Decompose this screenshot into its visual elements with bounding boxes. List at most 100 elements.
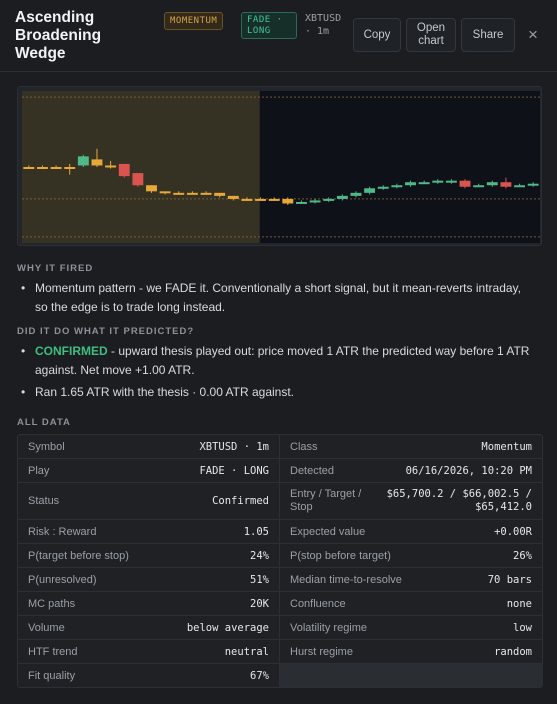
data-value: 26% [513,549,532,562]
candle-body [64,167,76,169]
data-row-symbol: Symbol XBTUSD · 1m [18,435,280,459]
all-data-table: Symbol XBTUSD · 1m Class Momentum Play FADE ·… [17,434,543,688]
candle-body [214,192,226,196]
data-row-play: Play FADE · LONG [18,459,280,483]
open-chart-button[interactable]: Open chart [406,18,456,52]
header: Ascending Broadening Wedge MOMENTUM FADE… [0,0,557,72]
data-key: Hurst regime [290,645,353,658]
why-heading: WHY IT FIRED [17,263,94,274]
data-row-hurst-regime: Hurst regime random [280,640,542,664]
why-text: Momentum pattern - we FADE it. Conventio… [17,279,527,317]
data-key: P(stop before target) [290,549,391,562]
candle-body [200,192,212,195]
data-value: $65,700.2 / $66,002.5 / $65,412.0 [386,488,532,513]
data-row-risk-reward: Risk : Reward 1.05 [18,520,280,544]
data-row-volume: Volume below average [18,616,280,640]
data-value: 1.05 [243,525,269,538]
data-key: Risk : Reward [28,525,97,538]
did-run-text: Ran 1.65 ATR with the thesis · 0.00 ATR … [17,383,542,402]
data-key: Entry / Target / Stop [290,488,362,513]
share-button[interactable]: Share [461,18,515,52]
data-value: +0.00R [494,525,532,538]
empty-cell [280,663,542,687]
candle-body [473,185,485,188]
candle-body [159,191,171,194]
candle-body [91,159,103,166]
data-row-p-unresolved-: P(unresolved) 51% [18,568,280,592]
data-key: P(target before stop) [28,549,129,562]
data-value: neutral [224,645,269,658]
candle-body [336,195,348,199]
symbol-label: XBTUSD · 1m [305,13,342,37]
close-icon[interactable]: × [523,25,543,45]
candle-body [255,198,267,201]
candle-body [186,192,198,195]
did-result: CONFIRMED - upward thesis played out: pr… [17,342,542,380]
data-key: Volume [28,621,65,634]
data-key: Symbol [28,440,65,453]
data-row-confluence: Confluence none [280,592,542,616]
candle-body [527,183,539,186]
data-row-p-target-before-stop-: P(target before stop) 24% [18,544,280,568]
data-row-status: Status Confirmed [18,483,280,520]
data-value: low [513,621,532,634]
candle-body [105,165,117,168]
data-key: Status [28,494,60,507]
data-key: HTF trend [28,645,78,658]
candle-body [282,198,294,204]
candle-body [173,192,185,195]
candle-body [432,180,444,183]
data-key: P(unresolved) [28,573,97,586]
candle-body [36,167,48,169]
data-value: 24% [250,549,269,562]
data-key: Volatility regime [290,621,368,634]
data-value: 06/16/2026, 10:20 PM [405,464,532,477]
data-row-class: Class Momentum [280,435,542,459]
candlestick-chart [17,86,542,246]
pattern-detail-panel: Ascending Broadening Wedge MOMENTUM FADE… [0,0,557,704]
data-value: 51% [250,573,269,586]
confirmed-label: CONFIRMED [35,344,108,358]
candle-body [486,182,498,186]
candle-body [118,163,130,177]
data-row-entry-target-stop: Entry / Target / Stop $65,700.2 / $66,002… [280,483,542,520]
pattern-title: Ascending Broadening Wedge [15,9,102,62]
candle-body [295,201,307,204]
candle-body [227,195,239,199]
data-value: random [494,645,532,658]
candle-body [377,186,389,189]
all-data-heading: ALL DATA [17,417,71,428]
data-value: XBTUSD · 1m [199,440,269,453]
data-value: 67% [250,669,269,682]
data-value: 70 bars [487,573,532,586]
data-key: Play [28,464,50,477]
candle-body [132,173,144,186]
candle-body [50,167,62,169]
data-value: none [506,597,532,610]
data-value: 20K [250,597,269,610]
data-key: Expected value [290,525,366,538]
candle-body [350,192,362,196]
data-key: Confluence [290,597,346,610]
data-row-fit-quality: Fit quality 67% [18,664,280,687]
candle-body [459,180,471,187]
candle-body [500,182,512,187]
data-key: Fit quality [28,669,76,682]
candle-body [323,198,335,201]
candle-body [309,200,321,203]
candle-body [23,167,35,169]
candle-body [391,185,403,188]
copy-button[interactable]: Copy [353,18,401,52]
data-key: Median time-to-resolve [290,573,402,586]
data-row-p-stop-before-target-: P(stop before target) 26% [280,544,542,568]
candle-body [364,188,376,193]
data-row-expected-value: Expected value +0.00R [280,520,542,544]
did-result-text: - upward thesis played out: price moved … [35,344,530,377]
data-value: Momentum [481,440,532,453]
candle-body [146,185,157,192]
play-badge: FADE · LONG [241,12,297,39]
data-row-htf-trend: HTF trend neutral [18,640,280,664]
data-row-detected: Detected 06/16/2026, 10:20 PM [280,459,542,483]
data-value: Confirmed [212,494,269,507]
did-heading: DID IT DO WHAT IT PREDICTED? [17,326,195,337]
